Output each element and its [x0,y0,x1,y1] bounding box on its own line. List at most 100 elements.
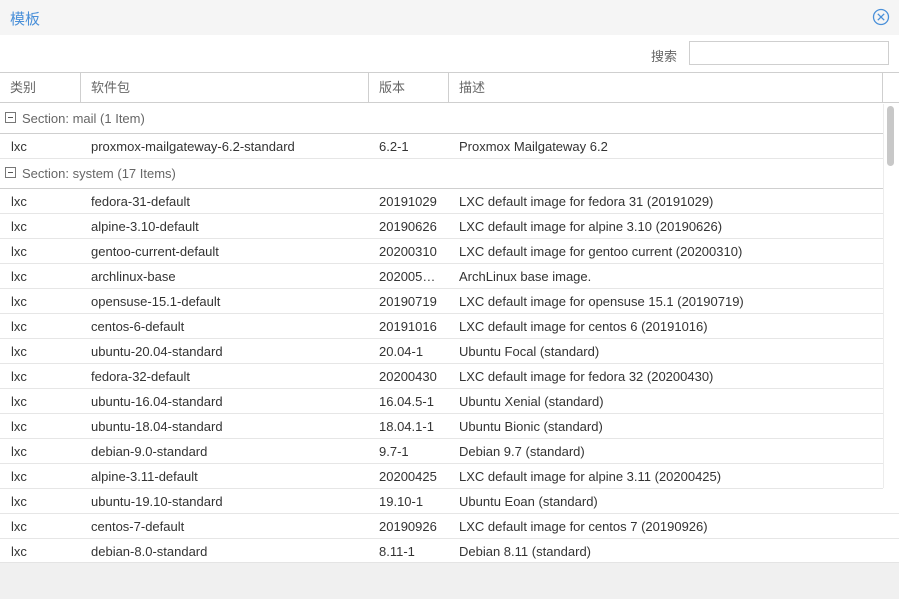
cell-type: lxc [11,269,27,284]
scrollbar-thumb[interactable] [887,106,894,166]
table-row[interactable]: lxc centos-7-default 20190926 LXC default i… [0,514,899,539]
cell-package: ubuntu-19.10-standard [91,494,223,509]
cell-package: ubuntu-18.04-standard [91,419,223,434]
cell-package: gentoo-current-default [91,244,219,259]
cell-package: centos-7-default [91,519,185,534]
cell-package: debian-9.0-standard [91,444,208,459]
cell-description: LXC default image for opensuse 15.1 (201… [459,294,744,309]
cell-version: 18.04.1-1 [379,419,434,434]
collapse-icon[interactable] [5,167,16,178]
cell-package: centos-6-default [91,319,185,334]
table-row[interactable]: lxc ubuntu-18.04-standard 18.04.1-1 Ubuntu … [0,414,883,439]
cell-type: lxc [11,139,27,154]
close-icon[interactable] [872,8,890,26]
toolbar: 搜索 [0,36,899,72]
cell-version: 20200310 [379,244,437,259]
cell-description: LXC default image for alpine 3.10 (20190… [459,219,723,234]
cell-description: LXC default image for fedora 32 (2020043… [459,369,714,384]
cell-package: opensuse-15.1-default [91,294,221,309]
cell-type: lxc [11,294,27,309]
table-row[interactable]: lxc alpine-3.10-default 20190626 LXC defaul… [0,214,883,239]
cell-package: ubuntu-20.04-standard [91,344,223,359]
cell-type: lxc [11,469,27,484]
search-input[interactable] [689,41,889,65]
cell-package: proxmox-mailgateway-6.2-standard [91,139,295,154]
cell-version: 20200425 [379,469,437,484]
cell-version: 6.2-1 [379,139,409,154]
template-grid: Section: mail (1 Item) lxc proxmox-mailgat… [0,104,899,562]
cell-type: lxc [11,219,27,234]
table-row[interactable]: lxc fedora-31-default 20191029 LXC default … [0,189,883,214]
cell-version: 20191029 [379,194,437,209]
cell-type: lxc [11,419,27,434]
table-row[interactable]: lxc centos-6-default 20191016 LXC default i… [0,314,883,339]
table-row[interactable]: lxc ubuntu-16.04-standard 16.04.5-1 Ubuntu … [0,389,883,414]
cell-version: 20190926 [379,519,437,534]
cell-package: ubuntu-16.04-standard [91,394,223,409]
cell-type: lxc [11,369,27,384]
vertical-scrollbar[interactable] [883,104,899,488]
group-header[interactable]: Section: mail (1 Item) [0,104,883,134]
column-header-version[interactable]: 版本 [369,73,449,102]
table-row[interactable]: lxc fedora-32-default 20200430 LXC default … [0,364,883,389]
cell-description: Ubuntu Eoan (standard) [459,494,598,509]
cell-package: fedora-32-default [91,369,191,384]
cell-package: alpine-3.11-default [91,469,198,484]
cell-description: Ubuntu Bionic (standard) [459,419,603,434]
group-label: Section: mail (1 Item) [22,111,145,126]
cell-type: lxc [11,494,27,509]
cell-version: 8.11-1 [379,544,415,559]
table-row[interactable]: lxc ubuntu-19.10-standard 19.10-1 Ubuntu Eo… [0,489,899,514]
cell-type: lxc [11,194,27,209]
table-row[interactable]: lxc debian-9.0-standard 9.7-1 Debian 9.7 (s… [0,439,883,464]
cell-package: archlinux-base [91,269,176,284]
window-titlebar: 模板 [0,0,899,35]
search-label: 搜索 [651,49,678,64]
cell-description: Debian 9.7 (standard) [459,444,585,459]
cell-version: 20200430 [379,369,437,384]
cell-type: lxc [11,319,27,334]
cell-type: lxc [11,244,27,259]
cell-version: 16.04.5-1 [379,394,434,409]
collapse-icon[interactable] [5,112,16,123]
table-row[interactable]: lxc archlinux-base 202005… ArchLinux base i… [0,264,883,289]
table-row[interactable]: lxc ubuntu-20.04-standard 20.04-1 Ubuntu Fo… [0,339,883,364]
cell-description: LXC default image for centos 7 (20190926… [459,519,708,534]
window-title: 模板 [10,11,41,28]
group-header[interactable]: Section: system (17 Items) [0,159,883,189]
cell-type: lxc [11,444,27,459]
grid-header: 类别 软件包 版本 描述 [0,72,899,103]
dialog-footer [0,562,899,599]
cell-package: debian-8.0-standard [91,544,208,559]
cell-package: alpine-3.10-default [91,219,199,234]
cell-version: 19.10-1 [379,494,424,509]
cell-version: 20190626 [379,219,437,234]
cell-description: Ubuntu Focal (standard) [459,344,600,359]
table-row[interactable]: lxc opensuse-15.1-default 20190719 LXC defa… [0,289,883,314]
cell-package: fedora-31-default [91,194,191,209]
cell-type: lxc [11,344,27,359]
cell-version: 20.04-1 [379,344,424,359]
cell-version: 20190719 [379,294,437,309]
cell-version: 20191016 [379,319,437,334]
table-row[interactable]: lxc debian-8.0-standard 8.11-1 Debian 8.11 … [0,539,899,562]
cell-description: LXC default image for fedora 31 (2019102… [459,194,714,209]
cell-version: 9.7-1 [379,444,409,459]
table-row[interactable]: lxc gentoo-current-default 20200310 LXC def… [0,239,883,264]
cell-description: Ubuntu Xenial (standard) [459,394,604,409]
cell-description: LXC default image for alpine 3.11 (20200… [459,469,722,484]
cell-version: 202005… [379,269,436,284]
cell-description: LXC default image for gentoo current (20… [459,244,743,259]
cell-description: ArchLinux base image. [459,269,592,284]
column-header-description[interactable]: 描述 [449,73,883,102]
cell-type: lxc [11,394,27,409]
group-label: Section: system (17 Items) [22,166,176,181]
table-row[interactable]: lxc proxmox-mailgateway-6.2-standard 6.2-1… [0,134,883,159]
cell-type: lxc [11,519,27,534]
cell-description: Debian 8.11 (standard) [459,544,592,559]
cell-description: Proxmox Mailgateway 6.2 [459,139,608,154]
cell-type: lxc [11,544,27,559]
table-row[interactable]: lxc alpine-3.11-default 20200425 LXC defaul… [0,464,883,489]
column-header-package[interactable]: 软件包 [81,73,369,102]
column-header-type[interactable]: 类别 [0,73,81,102]
